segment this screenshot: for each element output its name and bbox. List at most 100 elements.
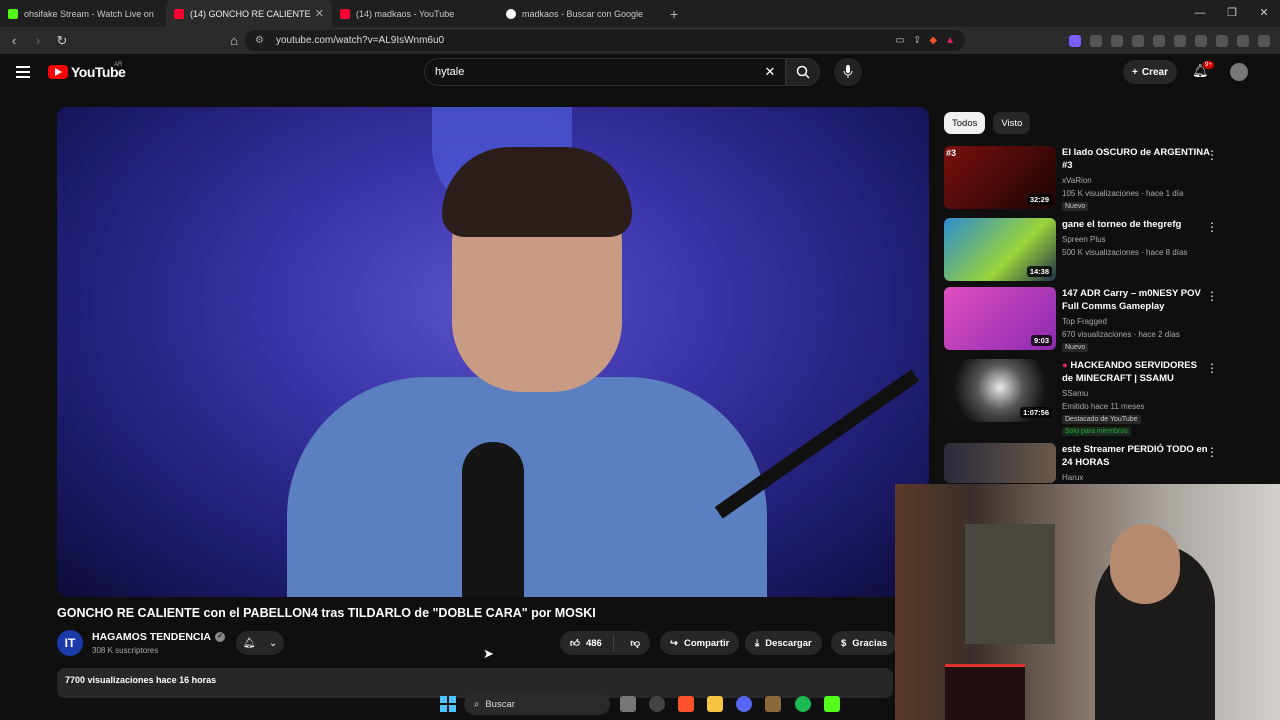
- more-options-icon[interactable]: ⋮: [1206, 361, 1218, 375]
- youtube-logo[interactable]: YouTube AR: [48, 62, 126, 80]
- minimize-icon[interactable]: —: [1184, 0, 1216, 27]
- kick-app-icon[interactable]: [824, 696, 840, 712]
- forward-icon[interactable]: ›: [28, 33, 48, 48]
- search-icon: [796, 65, 810, 79]
- extension-icon[interactable]: [1090, 34, 1102, 47]
- video-person-hair: [442, 147, 632, 237]
- video-thumbnail[interactable]: 1:07:56: [944, 359, 1056, 422]
- spotify-app-icon[interactable]: [795, 696, 811, 712]
- video-thumbnail[interactable]: [944, 443, 1056, 483]
- recommended-video[interactable]: este Streamer PERDIÓ TODO en 24 HORAS Ha…: [944, 443, 1224, 483]
- wallet-icon[interactable]: [1195, 34, 1207, 47]
- puzzle-icon[interactable]: [1111, 34, 1123, 47]
- microphone-icon: [843, 65, 853, 78]
- hamburger-menu-icon[interactable]: [16, 66, 30, 78]
- mouse-cursor-icon: ➤: [483, 646, 494, 661]
- music-icon[interactable]: [1153, 34, 1165, 47]
- close-tab-icon[interactable]: ✕: [315, 7, 324, 20]
- app-icon[interactable]: [765, 696, 781, 712]
- windows-start-icon[interactable]: [440, 696, 456, 712]
- bell-icon: 🔔︎: [242, 637, 256, 649]
- youtube-masthead: YouTube AR hytale ✕ + Crear 🔔︎ 9+: [0, 54, 1280, 92]
- dislike-button[interactable]: 👎︎: [620, 637, 650, 649]
- browser-tab-youtube-channel[interactable]: (14) madkaos - YouTube: [332, 0, 498, 27]
- featured-badge: Destacado de YouTube: [1062, 415, 1141, 424]
- browser-tab-kick[interactable]: ohsifake Stream - Watch Live on: [0, 0, 166, 27]
- url-text: youtube.com/watch?v=AL9IsWnm6u0: [275, 35, 445, 46]
- address-bar[interactable]: ⚙ youtube.com/watch?v=AL9IsWnm6u0 ▭ ⇪ ◆ …: [245, 30, 965, 51]
- streamer-webcam-overlay: [895, 484, 1280, 720]
- views-and-date: 7700 visualizaciones hace 16 horas: [65, 675, 217, 685]
- channel-avatar[interactable]: IT: [57, 630, 83, 656]
- extension-icon[interactable]: [1069, 34, 1081, 47]
- maximize-icon[interactable]: ❐: [1216, 0, 1248, 27]
- task-view-icon[interactable]: [620, 696, 636, 712]
- extension-icon[interactable]: [1132, 34, 1144, 47]
- chrome-app-icon[interactable]: [649, 696, 665, 712]
- video-thumbnail[interactable]: 14:38: [944, 218, 1056, 281]
- browser-tab-youtube-video[interactable]: (14) GONCHO RE CALIENTE con ✕: [166, 0, 332, 27]
- recommended-video[interactable]: 9:03 147 ADR Carry – m0NESY POV Full Com…: [944, 287, 1224, 352]
- search-button[interactable]: [786, 58, 820, 86]
- address-bar-actions: ▭ ⇪ ◆ ▲: [896, 30, 955, 51]
- video-person-shirt: [287, 377, 767, 597]
- video-player[interactable]: [57, 107, 929, 597]
- browser-tab-google[interactable]: madkaos - Buscar con Google: [498, 0, 664, 27]
- brave-app-icon[interactable]: [678, 696, 694, 712]
- more-options-icon[interactable]: ⋮: [1206, 445, 1218, 459]
- thumbs-down-icon: 👎︎: [630, 638, 641, 649]
- share-icon: ↪: [670, 637, 678, 649]
- discord-app-icon[interactable]: [736, 696, 752, 712]
- file-explorer-icon[interactable]: [707, 696, 723, 712]
- recommended-video[interactable]: 1:07:56 ● HACKEANDO SERVIDORES de MINECR…: [944, 359, 1224, 439]
- kick-favicon-icon: [8, 8, 18, 19]
- share-button[interactable]: ↪ Compartir: [660, 631, 740, 655]
- more-options-icon[interactable]: ⋮: [1206, 220, 1218, 234]
- cast-icon[interactable]: ▭: [896, 35, 905, 46]
- more-options-icon[interactable]: ⋮: [1206, 289, 1218, 303]
- site-info-icon[interactable]: ⚙: [255, 35, 264, 46]
- thumbs-up-icon: 👍︎: [570, 638, 580, 649]
- recommended-video[interactable]: 14:38 gane el torneo de thegrefg Spreen …: [944, 218, 1224, 282]
- taskbar-search[interactable]: ⌕ Buscar: [464, 693, 610, 715]
- share-page-icon[interactable]: ⇪: [913, 35, 921, 46]
- create-button[interactable]: + Crear: [1123, 60, 1177, 84]
- download-button[interactable]: ⤓ Descargar: [745, 631, 822, 655]
- bookmark-icon[interactable]: ⌂: [224, 33, 244, 48]
- leo-icon[interactable]: [1216, 34, 1228, 47]
- menu-icon[interactable]: [1258, 34, 1270, 47]
- webcam-person-head: [1110, 524, 1180, 604]
- account-avatar[interactable]: [1230, 63, 1248, 81]
- chip-todos[interactable]: Todos: [944, 112, 986, 134]
- members-only-badge: Solo para miembros: [1062, 427, 1131, 436]
- subscribe-notifications-button[interactable]: 🔔︎ ⌄: [236, 631, 284, 655]
- sidebar-icon[interactable]: [1174, 34, 1186, 47]
- close-window-icon[interactable]: ✕: [1248, 0, 1280, 27]
- clear-search-icon[interactable]: ✕: [755, 64, 785, 80]
- chevron-down-icon: ⌄: [268, 637, 278, 649]
- chip-visto[interactable]: Visto: [993, 112, 1031, 134]
- thanks-icon: $: [841, 637, 847, 649]
- like-button[interactable]: 👍︎ 486: [560, 635, 615, 651]
- back-icon[interactable]: ‹: [4, 33, 24, 48]
- recommended-video[interactable]: #3 32:29 El lado OSCURO de ARGENTINA #3 …: [944, 146, 1224, 211]
- verified-check-icon: ✓: [215, 632, 226, 643]
- webcam-keyboard: [945, 664, 1025, 720]
- channel-name[interactable]: HAGAMOS TENDENCIA ✓: [92, 631, 226, 643]
- subscriber-count: 308 K suscriptores: [92, 646, 159, 655]
- window-controls: — ❐ ✕: [1184, 0, 1280, 27]
- new-tab-button[interactable]: +: [670, 6, 678, 22]
- voice-search-button[interactable]: [834, 58, 862, 86]
- brave-rewards-icon[interactable]: ▲: [945, 35, 955, 46]
- search-input[interactable]: hytale ✕: [424, 58, 786, 86]
- more-options-icon[interactable]: ⋮: [1206, 148, 1218, 162]
- new-badge: Nuevo: [1062, 343, 1089, 352]
- video-thumbnail[interactable]: #3 32:29: [944, 146, 1056, 209]
- reload-icon[interactable]: ↻: [52, 33, 72, 49]
- vpn-icon[interactable]: [1237, 34, 1249, 47]
- thanks-button[interactable]: $ Gracias: [831, 631, 898, 655]
- video-thumbnail[interactable]: 9:03: [944, 287, 1056, 350]
- windows-taskbar: ⌕ Buscar: [0, 688, 895, 720]
- brave-shield-icon[interactable]: ◆: [929, 35, 937, 46]
- extensions-bar: [1069, 27, 1270, 54]
